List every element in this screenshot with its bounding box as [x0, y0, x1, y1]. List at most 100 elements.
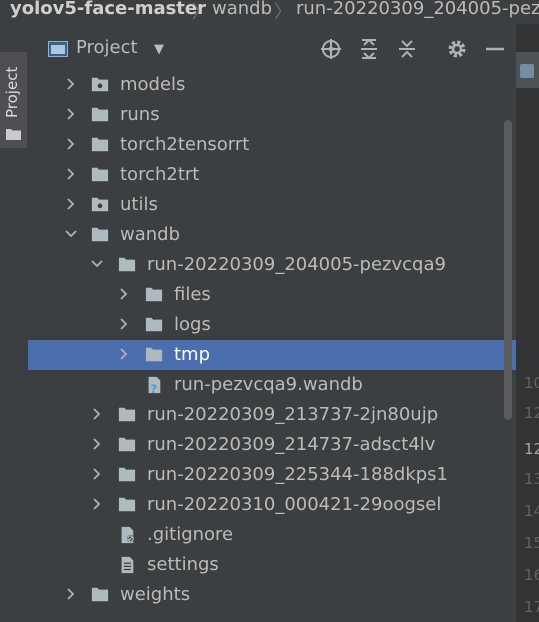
tree-item-label: run-20220309_214737-adsct4lv [147, 434, 436, 455]
chevron-right-icon[interactable] [90, 467, 104, 481]
folder-icon [145, 347, 163, 362]
project-tree: models runs torch2tensorrt torch2trt utils wa… [28, 70, 516, 622]
tree-item-models[interactable]: models [28, 70, 516, 100]
line-number: 17 [524, 598, 539, 616]
tree-item-label: run-20220309_225344-188dkps1 [147, 464, 448, 485]
tree-item-label: settings [147, 554, 219, 575]
tree-item-torch2tensorrt[interactable]: torch2tensorrt [28, 130, 516, 160]
chevron-right-icon[interactable] [117, 347, 131, 361]
folder-icon [145, 287, 163, 302]
project-panel: Project ▼ models runs torch2tensorrt torch2… [28, 24, 516, 622]
folder-icon [118, 257, 136, 272]
expand-all-icon[interactable] [358, 38, 380, 60]
chevron-down-icon[interactable] [64, 227, 78, 241]
tree-item-utils[interactable]: utils [28, 190, 516, 220]
gear-icon[interactable] [446, 38, 468, 60]
tree-item-run-20220310-000421-29oogsel[interactable]: run-20220310_000421-29oogsel [28, 490, 516, 520]
folder-icon [91, 107, 109, 122]
line-number: 12 [524, 404, 539, 422]
editor-area: 10 12 12 13 14 15 16 17 [516, 24, 539, 622]
package-folder-icon [91, 77, 109, 92]
tree-item-run-pezvcqa9-wandb[interactable]: ? run-pezvcqa9.wandb [28, 370, 516, 400]
line-number: 14 [524, 502, 539, 520]
tree-item-label: models [120, 74, 186, 95]
chevron-right-icon[interactable] [90, 407, 104, 421]
tree-item-run-20220309-204005-pezvcqa9[interactable]: run-20220309_204005-pezvcqa9 [28, 250, 516, 280]
chevron-down-icon[interactable] [90, 257, 104, 271]
minimize-icon[interactable] [484, 38, 506, 60]
chevron-right-icon[interactable] [90, 437, 104, 451]
chevron-down-icon[interactable]: ▼ [154, 42, 164, 57]
chevron-right-icon[interactable] [64, 167, 78, 181]
chevron-right-icon[interactable] [64, 587, 78, 601]
folder-icon [118, 437, 136, 452]
scrollbar-thumb[interactable] [504, 120, 512, 420]
tree-item-settings[interactable]: settings [28, 550, 516, 580]
project-toolbar: Project ▼ [28, 32, 516, 66]
tree-item-label: run-20220309_204005-pezvcqa9 [147, 254, 446, 275]
folder-icon [6, 129, 21, 140]
tree-item-wandb[interactable]: wandb [28, 220, 516, 250]
folder-icon [145, 317, 163, 332]
folder-icon [118, 497, 136, 512]
chevron-right-icon[interactable] [117, 287, 131, 301]
line-number: 10 [524, 374, 539, 392]
project-view-title[interactable]: Project [76, 37, 138, 58]
package-folder-icon [91, 197, 109, 212]
left-tool-strip: Project [0, 24, 29, 622]
tree-item-logs[interactable]: logs [28, 310, 516, 340]
tree-item-label: tmp [174, 344, 211, 365]
project-tool-tab[interactable]: Project [0, 52, 27, 148]
tree-item-label: torch2tensorrt [120, 134, 250, 155]
tree-item-label: run-20220310_000421-29oogsel [147, 494, 442, 515]
folder-icon [91, 587, 109, 602]
locate-target-icon[interactable] [320, 38, 342, 60]
editor-tab[interactable] [516, 52, 539, 88]
chevron-right-icon[interactable] [64, 137, 78, 151]
svg-text:?: ? [150, 382, 157, 394]
tree-item-torch2trt[interactable]: torch2trt [28, 160, 516, 190]
tree-item-weights[interactable]: weights [28, 580, 516, 610]
chevron-right-icon[interactable] [64, 107, 78, 121]
tree-item-label: logs [174, 314, 211, 335]
breadcrumb: yolov5-face-master 〉 wandb 〉 run-2022030… [0, 0, 539, 24]
tree-item-files[interactable]: files [28, 280, 516, 310]
tree-item-label: torch2trt [120, 164, 200, 185]
chevron-right-icon[interactable] [90, 497, 104, 511]
chevron-right-icon[interactable] [117, 317, 131, 331]
breadcrumb-run[interactable]: run-20220309_204005-pezvcqa9 [296, 0, 539, 19]
tree-item-label: wandb [120, 224, 181, 245]
chevron-right-icon[interactable] [64, 197, 78, 211]
folder-icon [118, 407, 136, 422]
tree-item-run-20220309-213737-2jn80ujp[interactable]: run-20220309_213737-2jn80ujp [28, 400, 516, 430]
tree-item-label: run-20220309_213737-2jn80ujp [147, 404, 439, 425]
unknown-file-icon: ? [148, 376, 161, 394]
tree-item-runs[interactable]: runs [28, 100, 516, 130]
tree-item-label: files [174, 284, 211, 305]
collapse-all-icon[interactable] [396, 38, 418, 60]
tree-item-label: weights [120, 584, 191, 605]
tree-item-run-20220309-214737-adsct4lv[interactable]: run-20220309_214737-adsct4lv [28, 430, 516, 460]
project-tool-tab-label: Project [3, 66, 21, 118]
gitignore-file-icon [121, 526, 135, 544]
chevron-right-icon[interactable] [64, 77, 78, 91]
line-number: 13 [524, 470, 539, 488]
folder-icon [118, 467, 136, 482]
breadcrumb-wandb[interactable]: wandb [212, 0, 272, 19]
file-icon [520, 64, 534, 78]
folder-icon [91, 137, 109, 152]
breadcrumb-separator: 〉 [274, 2, 292, 23]
breadcrumb-separator: 〉 [192, 2, 210, 23]
line-number: 15 [524, 534, 539, 552]
project-window-icon [48, 41, 68, 57]
breadcrumb-project[interactable]: yolov5-face-master [10, 0, 206, 19]
tree-item-label: utils [120, 194, 158, 215]
folder-icon [91, 167, 109, 182]
tree-item-tmp[interactable]: tmp [28, 340, 516, 370]
tree-item-run-20220309-225344-188dkps1[interactable]: run-20220309_225344-188dkps1 [28, 460, 516, 490]
folder-icon [91, 227, 109, 242]
tree-item-label: .gitignore [147, 524, 234, 545]
tree-item--gitignore[interactable]: .gitignore [28, 520, 516, 550]
tree-item-label: runs [120, 104, 160, 125]
line-number: 16 [524, 566, 539, 584]
